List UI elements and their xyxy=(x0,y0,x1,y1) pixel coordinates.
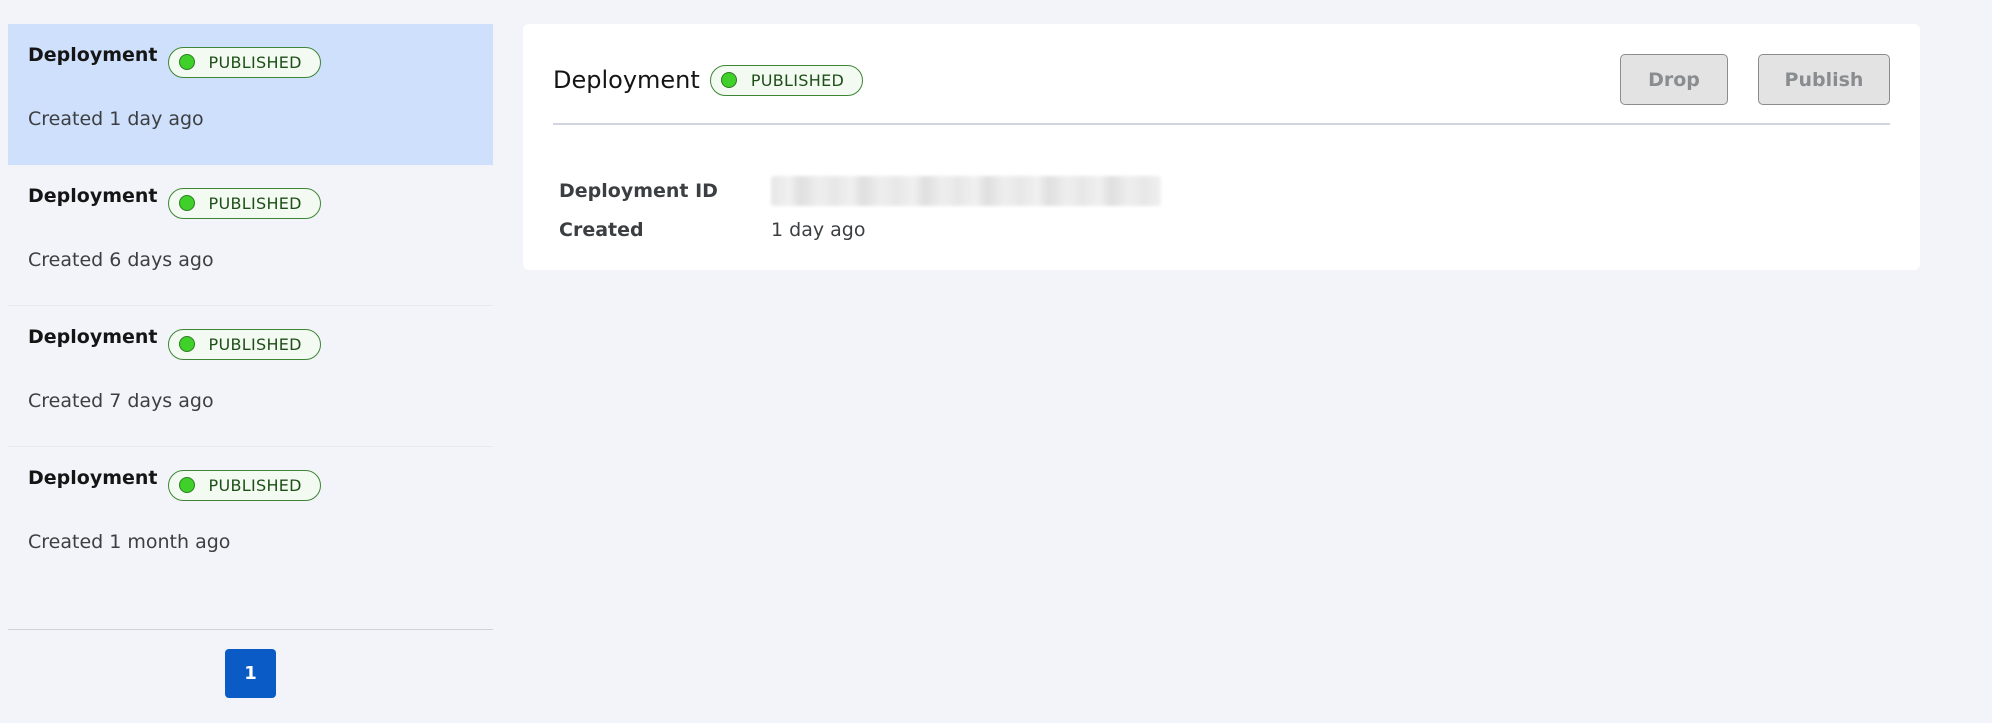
status-dot-icon xyxy=(178,195,195,211)
status-dot-icon xyxy=(178,336,195,352)
deployment-list-item[interactable]: Deployment PUBLISHED Created 1 month ago xyxy=(8,447,493,588)
deployment-item-title: Deployment xyxy=(28,44,158,66)
publish-button[interactable]: Publish xyxy=(1758,54,1890,105)
deployment-item-created: Created 6 days ago xyxy=(28,249,214,271)
status-badge: PUBLISHED xyxy=(167,187,321,219)
status-badge: PUBLISHED xyxy=(167,46,321,78)
deployment-list: Deployment PUBLISHED Created 1 day ago D… xyxy=(8,24,493,630)
status-badge-label: PUBLISHED xyxy=(750,70,845,90)
deployment-list-item[interactable]: Deployment PUBLISHED Created 7 days ago xyxy=(8,306,493,447)
drop-button[interactable]: Drop xyxy=(1620,54,1728,105)
detail-divider xyxy=(553,123,1890,125)
list-divider xyxy=(8,629,493,630)
status-badge-label: PUBLISHED xyxy=(208,52,302,72)
deployment-item-created: Created 1 month ago xyxy=(28,531,231,553)
status-badge: PUBLISHED xyxy=(709,64,864,96)
deployment-id-label: Deployment ID xyxy=(559,180,718,202)
status-dot-icon xyxy=(178,54,195,70)
detail-title: Deployment xyxy=(553,66,700,94)
status-dot-icon xyxy=(178,477,195,493)
deployment-detail-card: Deployment PUBLISHED Drop Publish Deploy… xyxy=(523,24,1920,270)
status-badge: PUBLISHED xyxy=(167,328,321,360)
status-badge: PUBLISHED xyxy=(167,469,321,501)
deployment-item-created: Created 1 day ago xyxy=(28,108,204,130)
detail-header: Deployment PUBLISHED xyxy=(553,64,864,96)
status-badge-label: PUBLISHED xyxy=(208,334,302,354)
status-badge-label: PUBLISHED xyxy=(208,193,302,213)
created-value: 1 day ago xyxy=(771,219,866,241)
deployment-id-row: Deployment ID xyxy=(559,176,1161,206)
deployment-list-item[interactable]: Deployment PUBLISHED Created 1 day ago xyxy=(8,24,493,165)
deployment-id-redacted xyxy=(771,176,1161,206)
deployment-item-created: Created 7 days ago xyxy=(28,390,214,412)
status-badge-label: PUBLISHED xyxy=(208,475,302,495)
detail-actions: Drop Publish xyxy=(1620,54,1890,105)
status-dot-icon xyxy=(720,72,737,88)
created-row: Created 1 day ago xyxy=(559,219,865,241)
deployment-list-item[interactable]: Deployment PUBLISHED Created 6 days ago xyxy=(8,165,493,306)
deployment-item-title: Deployment xyxy=(28,326,158,348)
created-label: Created xyxy=(559,219,644,241)
deployment-item-title: Deployment xyxy=(28,467,158,489)
pagination-page-button[interactable]: 1 xyxy=(225,649,276,698)
deployment-item-title: Deployment xyxy=(28,185,158,207)
